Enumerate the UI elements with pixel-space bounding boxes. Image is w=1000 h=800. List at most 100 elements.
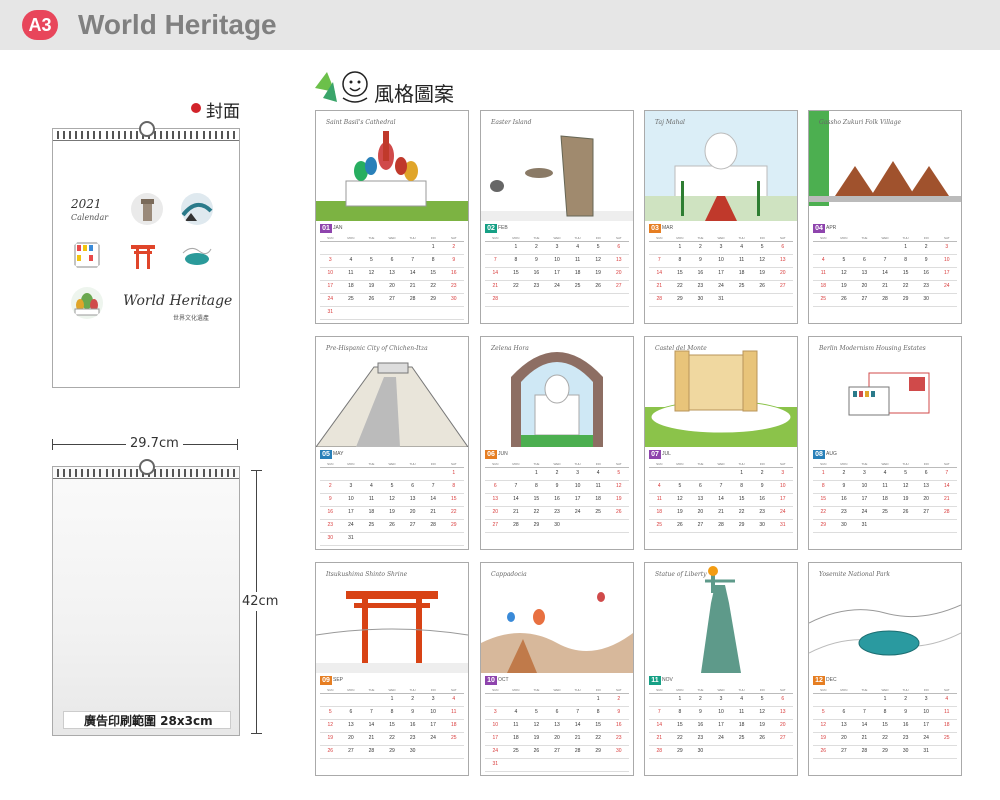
month-day-grid: SUN MON TUE WED THU FRI SAT 1 2 3 4 5 6 7 8 9 10 11 12 13 14…	[320, 687, 464, 771]
page-title: World Heritage	[78, 9, 277, 40]
day-cell: 14	[882, 270, 888, 276]
ring	[208, 131, 211, 139]
cover-section-title: 封面	[206, 102, 240, 122]
day-cell	[320, 468, 341, 480]
day-cell	[526, 294, 547, 306]
day-cell: 18	[738, 270, 745, 276]
day-cell	[895, 520, 916, 532]
day-cell: 1	[678, 696, 682, 702]
week-row: 24 25 26 27 28 29 30	[320, 294, 464, 307]
landmark-name: Itsukushima Shinto Shrine	[326, 571, 408, 578]
day-cell: 23	[902, 735, 909, 741]
week-row: 12	[320, 242, 464, 255]
landmark-name: Gassho Zukuri Folk Village	[819, 119, 902, 126]
day-cell: 25	[368, 522, 375, 528]
day-cell: 3	[945, 244, 949, 250]
day-cell: 25	[738, 735, 745, 741]
day-cell	[506, 294, 527, 306]
day-cell: 13	[389, 270, 395, 276]
day-cell	[402, 468, 423, 480]
day-cell: 17	[943, 270, 950, 276]
day-cell: 12	[677, 496, 683, 502]
weekday-label: SUN	[492, 688, 499, 692]
ring	[166, 131, 169, 139]
day-cell: 21	[513, 509, 519, 515]
day-cell: 1	[904, 244, 907, 250]
ring	[129, 131, 132, 139]
day-cell: 5	[904, 470, 907, 476]
height-tick-bottom	[251, 733, 262, 734]
day-cell: 1	[740, 470, 743, 476]
day-cell	[341, 307, 362, 319]
weekday-label: WED	[717, 688, 725, 692]
day-cell: 19	[759, 270, 765, 276]
landmark-illustration	[316, 131, 468, 221]
day-cell	[649, 242, 670, 254]
day-cell	[506, 468, 527, 480]
weekday-label: THU	[409, 236, 416, 240]
day-cell: 27	[389, 296, 395, 302]
day-cell	[361, 468, 382, 480]
month-tag: 10 OCT	[485, 675, 509, 685]
day-cell: 3	[349, 483, 353, 489]
day-cell: 30	[697, 748, 704, 754]
day-cell: 22	[902, 283, 909, 289]
ring	[99, 469, 102, 477]
weekday-label: SAT	[450, 462, 457, 466]
weekday-label: FRI	[759, 236, 765, 240]
day-cell: 23	[923, 283, 929, 289]
weekday-label: FRI	[923, 688, 929, 692]
weekday-label: THU	[409, 462, 416, 466]
week-row: 18 19 20 21 22 23 24	[813, 281, 957, 294]
smiley-logo-icon	[315, 71, 368, 103]
day-cell: 15	[677, 722, 683, 728]
ring	[75, 469, 78, 477]
week-row: 14 15 16 17 18 19 20	[649, 720, 793, 733]
week-row: 1 2 3 4	[320, 694, 464, 707]
cover-marker-dot	[191, 103, 201, 113]
day-cell: 21	[656, 735, 663, 741]
week-row: 31	[320, 307, 464, 320]
week-row: 24 25 26 27 28 29 30	[485, 746, 629, 759]
ring	[232, 469, 235, 477]
day-cell: 21	[718, 509, 724, 515]
binding-line	[53, 140, 239, 141]
day-cell: 25	[450, 735, 457, 741]
day-cell: 21	[574, 735, 581, 741]
day-cell: 4	[945, 696, 949, 702]
day-cell: 17	[718, 722, 724, 728]
day-cell: 4	[514, 709, 518, 715]
day-cell: 3	[719, 244, 723, 250]
ring	[202, 131, 205, 139]
day-cell: 22	[389, 735, 395, 741]
week-row: 18 19 20 21 22 23 24	[649, 507, 793, 520]
weekday-label: FRI	[923, 236, 929, 240]
day-cell: 9	[842, 483, 846, 489]
month-tag: 11 NOV	[649, 675, 673, 685]
day-cell: 15	[738, 496, 745, 502]
day-cell: 29	[595, 748, 601, 754]
day-cell: 18	[943, 722, 950, 728]
day-cell: 13	[554, 722, 560, 728]
day-cell	[567, 520, 588, 532]
month-number: 04	[813, 223, 825, 233]
ring	[220, 131, 223, 139]
month-name: FEB	[498, 225, 508, 231]
day-cell: 26	[327, 748, 334, 754]
day-cell	[731, 294, 752, 306]
weekday-label: MON	[347, 688, 355, 692]
week-row: 6 7 8 9 10 11 12	[485, 481, 629, 494]
day-cell: 11	[944, 709, 950, 715]
height-dimension-label: 42cm	[242, 592, 279, 611]
day-cell: 11	[513, 722, 519, 728]
day-cell: 4	[370, 483, 373, 489]
day-cell: 13	[779, 709, 786, 715]
day-cell: 4	[740, 696, 743, 702]
day-cell	[813, 694, 834, 706]
day-cell: 19	[677, 509, 683, 515]
weekday-label: THU	[738, 462, 745, 466]
day-cell	[320, 242, 341, 254]
day-cell: 12	[820, 722, 827, 728]
day-cell: 23	[533, 283, 540, 289]
day-cell: 30	[841, 522, 847, 528]
